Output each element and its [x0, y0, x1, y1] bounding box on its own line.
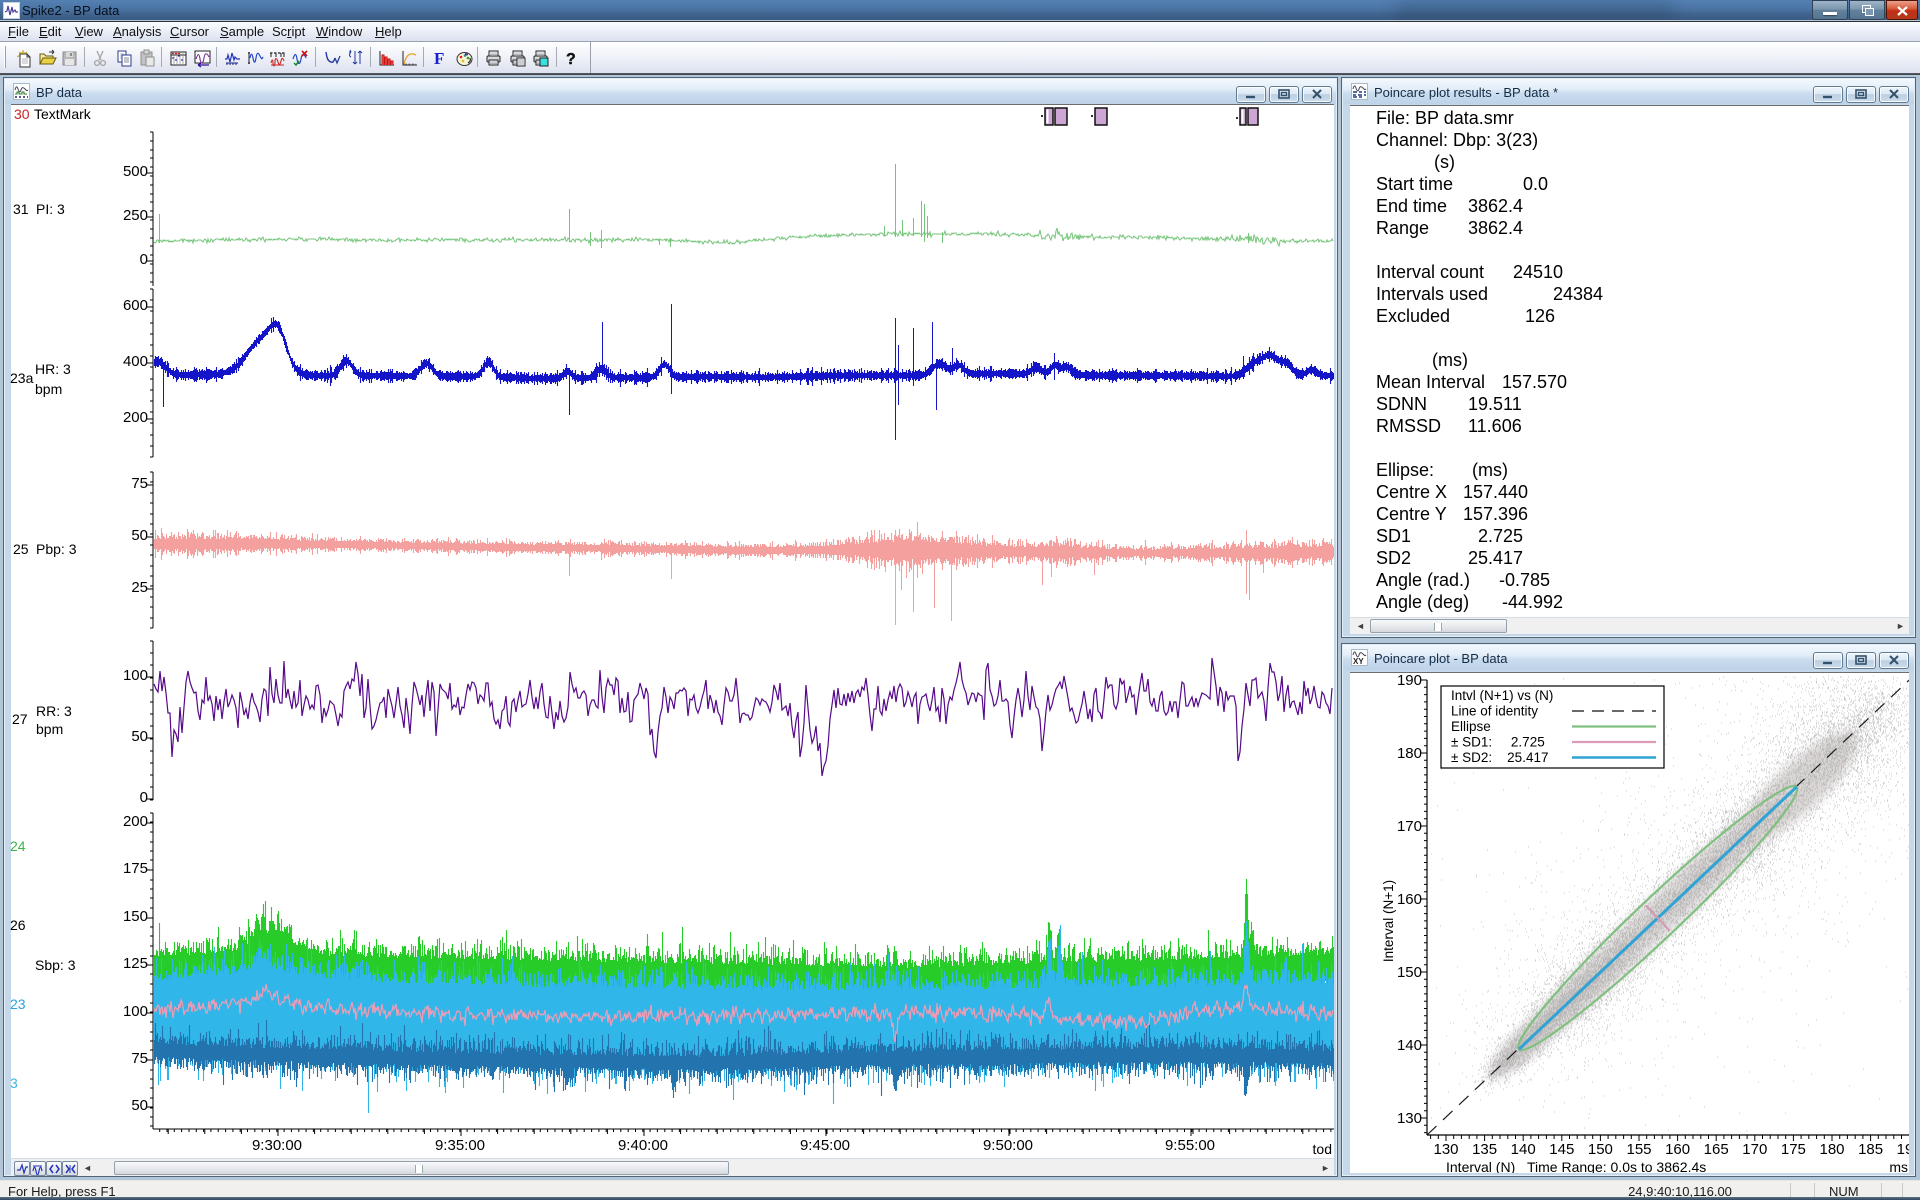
svg-text:Interval (N): Interval (N): [1446, 1159, 1515, 1173]
svg-text:Ellipse: Ellipse: [1451, 719, 1491, 734]
svg-text:180: 180: [1819, 1141, 1844, 1158]
svg-text:185: 185: [1858, 1141, 1883, 1158]
svg-text:± SD2: 25.417: ± SD2: 25.417: [1451, 750, 1548, 765]
svg-text:XY: XY: [1353, 657, 1364, 665]
svg-text:F: F: [434, 49, 444, 68]
svg-text:150: 150: [1397, 964, 1422, 981]
svg-text:130: 130: [1433, 1141, 1458, 1158]
svg-text:160: 160: [1397, 891, 1422, 908]
svg-text:?: ?: [566, 51, 576, 68]
svg-text:190: 190: [1397, 673, 1422, 689]
svg-text:Time Range: 0.0s to 3862.4s: Time Range: 0.0s to 3862.4s: [1527, 1159, 1706, 1173]
svg-text:140: 140: [1511, 1141, 1536, 1158]
svg-text:165: 165: [1704, 1141, 1729, 1158]
svg-text:180: 180: [1397, 745, 1422, 762]
svg-text:155: 155: [1626, 1141, 1651, 1158]
svg-text:Line of identity: Line of identity: [1451, 704, 1538, 719]
svg-text:135: 135: [1472, 1141, 1497, 1158]
svg-text:140: 140: [1397, 1037, 1422, 1054]
svg-text:175: 175: [1781, 1141, 1806, 1158]
svg-text:Interval (N+1): Interval (N+1): [1381, 880, 1396, 962]
svg-text:130: 130: [1397, 1110, 1422, 1127]
svg-text:± SD1: 2.725: ± SD1: 2.725: [1451, 735, 1545, 750]
svg-text:Intvl (N+1) vs (N): Intvl (N+1) vs (N): [1451, 688, 1553, 703]
svg-text:170: 170: [1742, 1141, 1767, 1158]
svg-text:145: 145: [1549, 1141, 1574, 1158]
svg-text:190: 190: [1897, 1141, 1909, 1158]
svg-text:170: 170: [1397, 818, 1422, 835]
svg-text:160: 160: [1665, 1141, 1690, 1158]
svg-text:ms: ms: [1889, 1159, 1908, 1173]
svg-text:150: 150: [1588, 1141, 1613, 1158]
